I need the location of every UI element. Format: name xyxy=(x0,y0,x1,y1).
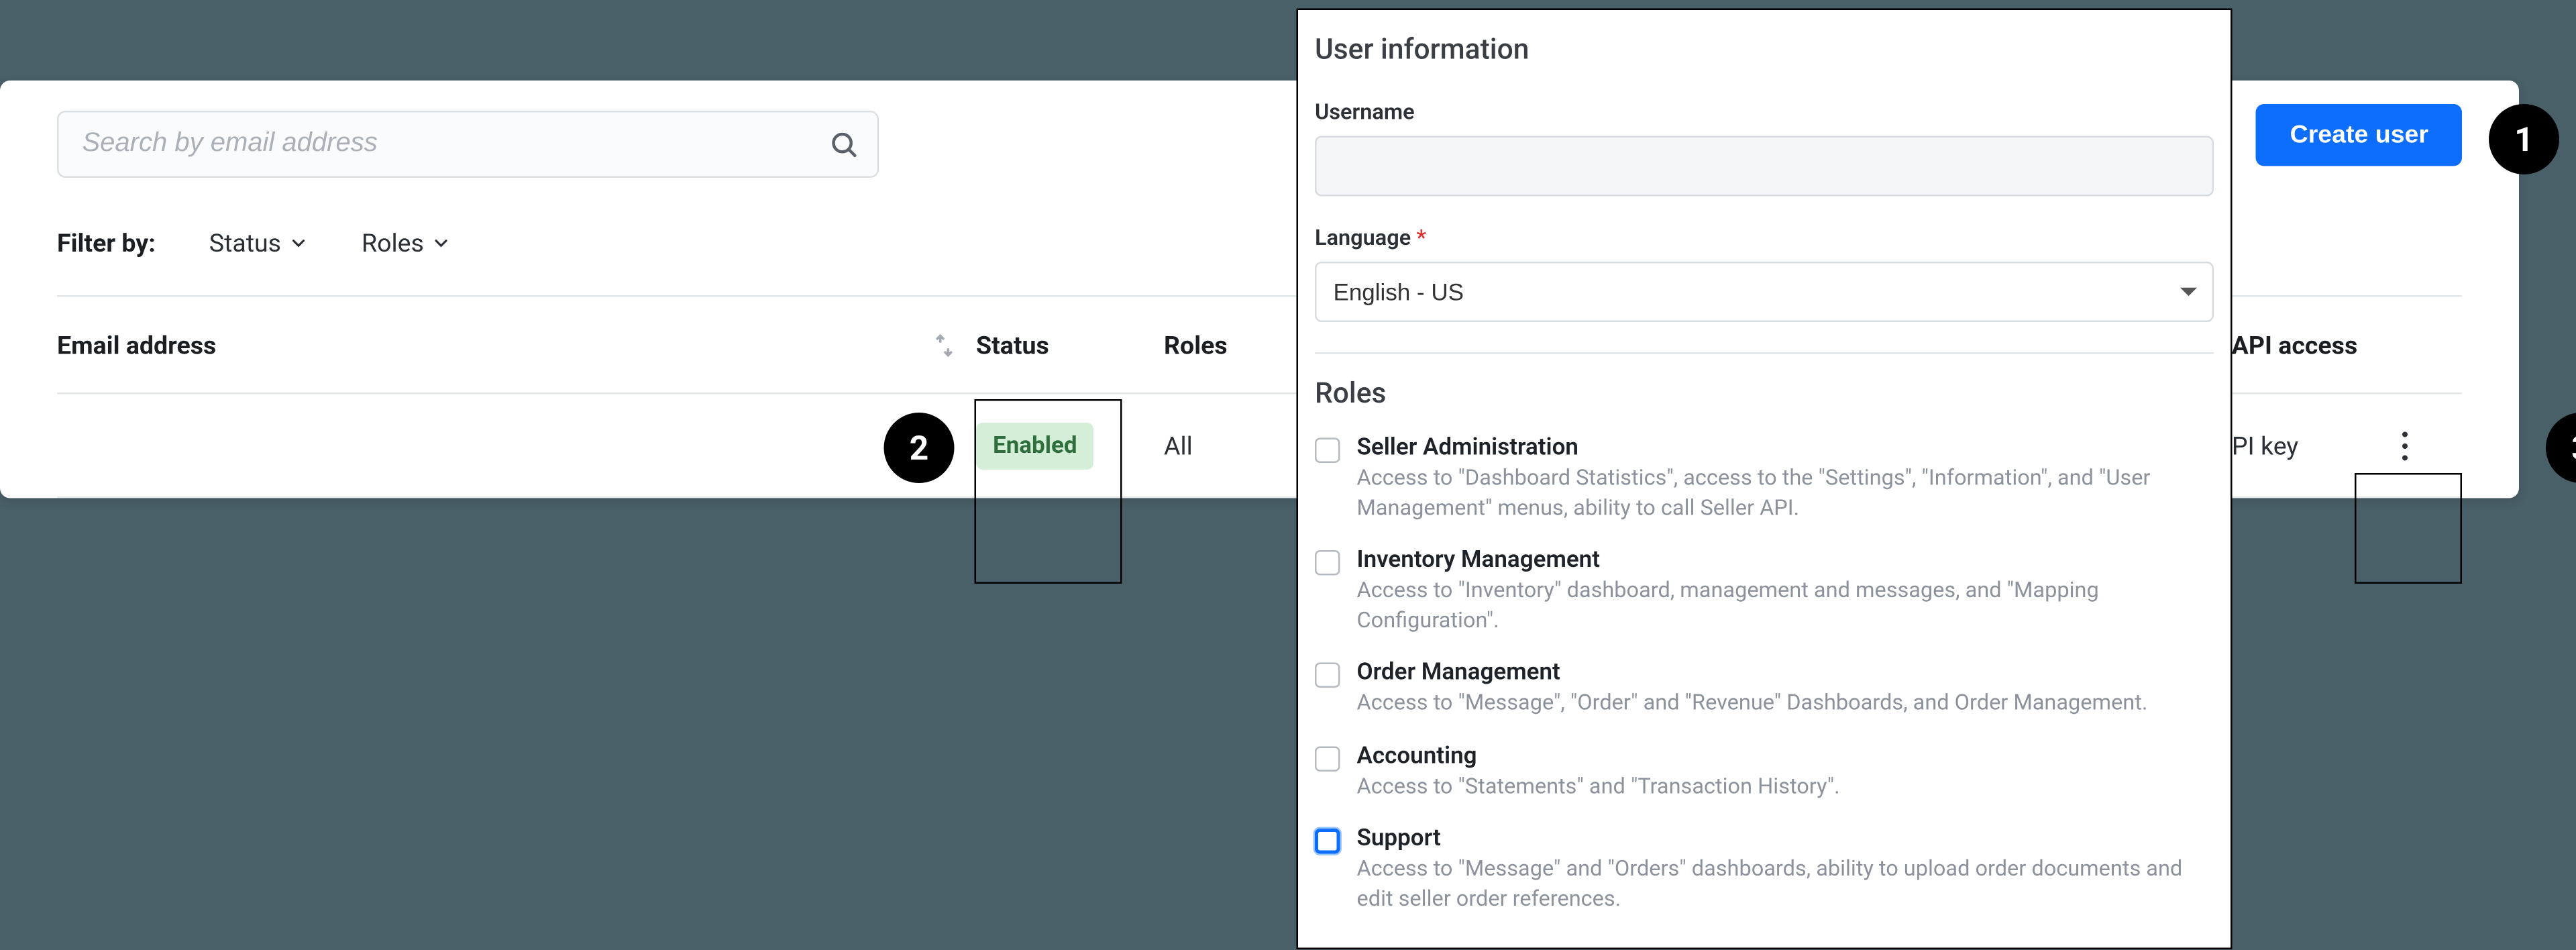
chevron-down-icon xyxy=(288,233,308,254)
checkbox[interactable] xyxy=(1315,829,1340,855)
th-status[interactable]: Status xyxy=(976,296,1164,393)
select-language-value[interactable] xyxy=(1315,262,2214,322)
role-item-accounting[interactable]: Accounting Access to "Statements" and "T… xyxy=(1315,743,2214,802)
required-asterisk: * xyxy=(1416,227,1426,252)
create-user-button[interactable]: Create user xyxy=(2257,104,2462,166)
filter-by-label: Filter by: xyxy=(57,228,156,258)
filter-status-label: Status xyxy=(209,228,281,258)
role-item-inventory[interactable]: Inventory Management Access to "Inventor… xyxy=(1315,547,2214,636)
role-name: Support xyxy=(1357,826,2214,853)
role-desc: Access to "Message" and "Orders" dashboa… xyxy=(1357,856,2214,915)
modal-title: User information xyxy=(1315,34,2214,67)
roles-heading: Roles xyxy=(1315,378,2214,411)
kebab-icon xyxy=(2402,430,2408,460)
role-name: Accounting xyxy=(1357,743,2214,770)
role-name: Order Management xyxy=(1357,659,2214,686)
label-language: Language * xyxy=(1315,227,2214,252)
role-name: Seller Administration xyxy=(1357,435,2214,462)
sort-icon xyxy=(932,333,956,356)
search-icon xyxy=(828,129,859,160)
role-desc: Access to "Inventory" dashboard, managem… xyxy=(1357,577,2214,636)
checkbox[interactable] xyxy=(1315,746,1340,772)
field-username: Username xyxy=(1315,101,2214,197)
label-language-text: Language xyxy=(1315,227,1411,252)
role-item-order[interactable]: Order Management Access to "Message", "O… xyxy=(1315,659,2214,719)
role-desc: Access to "Message", "Order" and "Revenu… xyxy=(1357,690,2214,719)
cell-actions xyxy=(2378,393,2462,497)
role-item-seller-admin[interactable]: Seller Administration Access to "Dashboa… xyxy=(1315,435,2214,524)
filter-status[interactable]: Status xyxy=(209,228,308,258)
th-email-label: Email address xyxy=(57,329,216,360)
status-badge: Enabled xyxy=(976,422,1094,469)
search-input[interactable] xyxy=(57,111,879,178)
filter-roles-label: Roles xyxy=(362,228,424,258)
input-username[interactable] xyxy=(1315,136,2214,197)
checkbox[interactable] xyxy=(1315,550,1340,576)
row-actions-button[interactable] xyxy=(2378,413,2432,477)
callout-3: 3 xyxy=(2546,413,2576,483)
th-actions xyxy=(2378,296,2462,393)
th-email[interactable]: Email address xyxy=(57,296,976,393)
role-desc: Access to "Statements" and "Transaction … xyxy=(1357,773,2214,802)
checkbox[interactable] xyxy=(1315,663,1340,688)
filter-roles[interactable]: Roles xyxy=(362,228,451,258)
cell-email xyxy=(57,393,976,497)
select-language[interactable] xyxy=(1315,262,2214,322)
cell-status: Enabled xyxy=(976,393,1164,497)
role-desc: Access to "Dashboard Statistics", access… xyxy=(1357,465,2214,524)
chevron-down-icon xyxy=(431,233,451,254)
search-wrap xyxy=(57,111,879,178)
checkbox[interactable] xyxy=(1315,438,1340,464)
role-name: Inventory Management xyxy=(1357,547,2214,574)
field-language: Language * xyxy=(1315,227,2214,323)
user-info-modal: User information Username Language * Rol… xyxy=(1297,9,2233,950)
caret-down-icon xyxy=(2180,288,2197,297)
label-username: Username xyxy=(1315,101,2214,126)
role-item-support[interactable]: Support Access to "Message" and "Orders"… xyxy=(1315,826,2214,915)
divider xyxy=(1315,352,2214,354)
